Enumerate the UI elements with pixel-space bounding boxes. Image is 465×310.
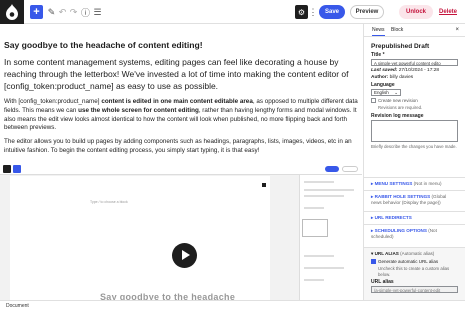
revisions-note: Revisions are required. (378, 105, 423, 110)
video-sidebar-image-placeholder (302, 219, 328, 237)
paragraph-2[interactable]: The editor allows you to build up pages … (4, 138, 363, 156)
more-options-icon[interactable]: ⋮ (309, 5, 318, 19)
title-label: Title * (371, 52, 385, 58)
tab-news[interactable]: News (372, 27, 385, 36)
accordion-label: RABBIT HOLE SETTINGS (374, 194, 431, 199)
info-icon[interactable]: ⓘ (81, 5, 90, 19)
video-block-handle-icon (262, 183, 266, 187)
last-saved-label: Last saved: (371, 68, 398, 73)
add-block-button[interactable]: + (30, 5, 43, 19)
video-preview-button (342, 166, 358, 172)
video-block-placeholder: Type / to choose a block (90, 200, 128, 204)
title-input[interactable]: A simple-yet powerful content edito (371, 59, 458, 66)
save-button[interactable]: Save (319, 5, 345, 19)
settings-sidebar: News Block × Prepublished Draft Title * … (363, 24, 465, 300)
video-save-button (325, 166, 339, 172)
undo-icon[interactable]: ↶ (58, 5, 67, 19)
revision-help: Briefly describe the changes you have ma… (371, 143, 457, 149)
close-icon[interactable]: × (455, 27, 459, 33)
video-sidebar-line (304, 181, 334, 183)
author-value: billy davies (389, 75, 414, 80)
top-toolbar: + ✎ ↶ ↷ ⓘ ☰ ⚙ ⋮ Save Preview Unlock Dele… (0, 0, 465, 24)
status-bar: Document (0, 300, 465, 310)
alias-checkbox[interactable] (371, 259, 376, 264)
video-sidebar-line (304, 279, 324, 281)
accordion-label: URL REDIRECTS (374, 215, 412, 220)
accordion-sub: (Not in menu) (413, 181, 442, 186)
video-editor-page: Type / to choose a block (10, 176, 270, 300)
video-caption: Say goodbye to the headache (100, 292, 236, 300)
revision-log-textarea[interactable] (371, 119, 458, 142)
url-alias-title: URL ALIAS (374, 251, 399, 256)
preview-button[interactable]: Preview (350, 5, 384, 19)
list-view-icon[interactable]: ☰ (93, 5, 102, 19)
new-revision-label: Create new revision (378, 98, 418, 103)
video-sidebar-line (304, 207, 324, 209)
author-label: Author: (371, 75, 389, 80)
video-toolbar (0, 163, 362, 175)
alias-help: Uncheck this to create a custom alias be… (378, 266, 450, 277)
video-sidebar-line (304, 189, 354, 191)
sidebar-status-panel: Prepublished Draft Title * A simple-yet … (364, 37, 465, 155)
status-bar-label: Document (6, 303, 29, 309)
status-title: Prepublished Draft (371, 43, 430, 50)
unlock-button[interactable]: Unlock (399, 5, 433, 19)
revision-log-label: Revision log message (371, 112, 424, 119)
alias-input[interactable]: /a-simple-yet-powerful-content-edit (371, 286, 458, 293)
alias-checkbox-label: Generate automatic URL alias (378, 259, 439, 264)
alias-checkbox-row[interactable]: Generate automatic URL alias (371, 259, 458, 264)
p1-text-a: With [config_token:product_name] (4, 98, 102, 105)
video-block[interactable]: Type / to choose a block (0, 163, 362, 300)
p1-bold-1: content is edited in one main content ed… (101, 98, 253, 105)
paragraph-1[interactable]: With [config_token:product_name] content… (4, 98, 363, 133)
content-heading[interactable]: Say goodbye to the headache of content e… (4, 40, 203, 50)
author: Author: billy davies (371, 75, 458, 80)
language-label: Language (371, 82, 395, 88)
accordion-menu-settings[interactable]: ▸ MENU SETTINGS (Not in menu) (364, 177, 465, 190)
alias-label: URL alias (371, 279, 394, 285)
tab-block[interactable]: Block (391, 27, 403, 33)
accordion-scheduling[interactable]: ▸ SCHEDULING OPTIONS (Not scheduled) (364, 224, 465, 242)
last-saved: Last saved: 27/10/2024 - 17:28 (371, 68, 458, 73)
video-add-icon (13, 165, 21, 173)
delete-link[interactable]: Delete (437, 5, 459, 19)
settings-gear-icon[interactable]: ⚙ (295, 5, 308, 19)
chevron-down-icon: ⌄ (394, 90, 398, 95)
video-sidebar (299, 175, 362, 300)
video-logo-icon (3, 165, 11, 173)
accordion-rabbit-hole[interactable]: ▸ RABBIT HOLE SETTINGS (Global news beha… (364, 190, 465, 208)
language-select[interactable]: English ⌄ (371, 89, 401, 96)
p1-bold-2: use the whole screen for content editing (78, 106, 199, 114)
accordion-label: SCHEDULING OPTIONS (374, 228, 427, 233)
editor-canvas: Say goodbye to the headache of content e… (0, 24, 363, 300)
url-alias-sub: (Automatic alias) (400, 251, 435, 256)
language-value: English (374, 90, 389, 95)
sidebar-tabs: News Block × (364, 24, 465, 37)
accordion-url-redirects[interactable]: ▸ URL REDIRECTS (364, 211, 465, 224)
play-button-icon[interactable] (172, 243, 197, 268)
video-sidebar-line (304, 267, 344, 269)
redo-icon[interactable]: ↷ (69, 5, 78, 19)
accordion-label: MENU SETTINGS (374, 181, 413, 186)
last-saved-value: 27/10/2024 - 17:28 (398, 68, 440, 73)
video-sidebar-line (304, 255, 334, 257)
video-sidebar-line (304, 195, 344, 197)
pencil-icon[interactable]: ✎ (47, 5, 56, 19)
lead-paragraph[interactable]: In some content management systems, edit… (4, 56, 363, 92)
url-alias-header[interactable]: ▾ URL ALIAS (Automatic alias) (371, 251, 458, 257)
new-revision-checkbox[interactable] (371, 98, 376, 103)
new-revision-row[interactable]: Create new revision (371, 98, 458, 103)
url-alias-panel: ▾ URL ALIAS (Automatic alias) Generate a… (364, 247, 465, 300)
drupal-logo-icon[interactable] (0, 0, 24, 24)
